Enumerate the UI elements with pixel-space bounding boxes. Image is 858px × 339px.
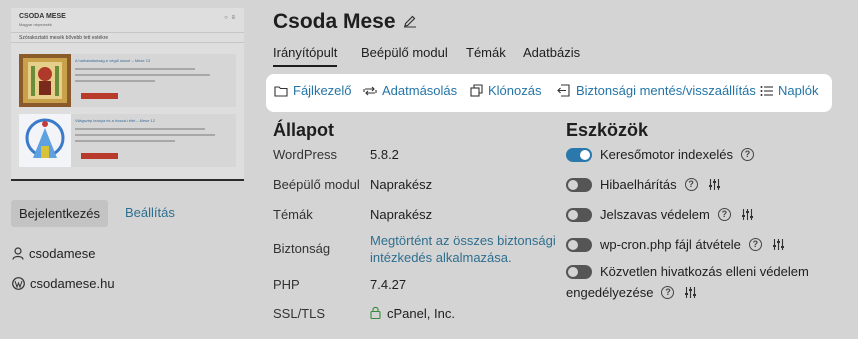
backup-icon (557, 84, 570, 97)
domain-row: csodamese.hu (12, 276, 115, 291)
tool-wp-cron: wp-cron.php fájl átvétele ? (566, 237, 785, 252)
logs-label: Naplók (778, 83, 819, 98)
logs-button[interactable]: Naplók (760, 83, 818, 98)
list-icon (760, 85, 773, 96)
help-icon[interactable]: ? (748, 238, 762, 251)
thumbnail-menu-icon: ○ ≡ (224, 15, 236, 21)
debugging-toggle[interactable] (566, 177, 592, 192)
status-value-wordpress: 5.8.2 (370, 147, 399, 162)
tool-debugging: Hibaelhárítás ? (566, 177, 721, 192)
post-excerpt-line (75, 128, 205, 130)
status-key-php: PHP (273, 277, 300, 292)
sync-icon (363, 86, 377, 95)
thumbnail-post-card: Világszép leánya és a hosszú élet – Mese… (19, 114, 236, 167)
post-excerpt-line (75, 80, 155, 82)
status-key-ssl: SSL/TLS (273, 306, 326, 321)
username-text: csodamese (29, 246, 96, 261)
help-icon[interactable]: ? (684, 178, 698, 191)
password-protection-label: Jelszavas védelem (600, 207, 710, 222)
help-icon[interactable]: ? (661, 286, 675, 299)
search-indexing-label: Keresőmotor indexelés (600, 147, 733, 162)
status-key-wordpress: WordPress (273, 147, 338, 162)
domain-text: csodamese.hu (30, 276, 115, 291)
data-copy-button[interactable]: Adatmásolás (363, 83, 457, 98)
tab-themes[interactable]: Témák (466, 45, 506, 65)
lock-icon (370, 306, 381, 319)
wp-cron-toggle[interactable] (566, 237, 592, 252)
status-value-themes: Naprakész (370, 207, 433, 222)
post-excerpt-line (75, 140, 175, 142)
cloning-button[interactable]: Klónozás (470, 83, 541, 98)
tab-dashboard[interactable]: Irányítópult (273, 45, 338, 67)
debugging-label: Hibaelhárítás (600, 177, 677, 192)
sliders-icon[interactable] (684, 286, 697, 299)
status-key-plugins: Beépülő modul (273, 177, 360, 192)
status-key-themes: Témák (273, 207, 313, 222)
pencil-icon[interactable] (403, 14, 417, 28)
clone-icon (470, 84, 483, 97)
post-title: A halhatatlanság-e végül ússzé – Mese 13 (75, 58, 151, 63)
post-title: Világszép leánya és a hosszú élet – Mese… (75, 118, 155, 123)
thumbnail-site-subtitle: Magyar népmesék (19, 22, 52, 27)
user-row: csodamese (12, 246, 95, 261)
thumbnail-banner-text: Szórakoztató mesék bővebb tett estékre (19, 35, 109, 41)
post-excerpt-line (75, 134, 215, 136)
site-preview-thumbnail[interactable]: CSODA MESE Magyar népmesék ○ ≡ Szórakozt… (11, 8, 244, 181)
tab-bar: Irányítópult Beépülő modul Témák Adatbáz… (273, 45, 858, 69)
cloning-label: Klónozás (488, 83, 542, 98)
status-value-php: 7.4.27 (370, 277, 407, 292)
sliders-icon[interactable] (772, 238, 785, 251)
quick-actions-toolbar: Fájlkezelő Adatmásolás Klónozás Biztonsá… (266, 74, 832, 112)
settings-link[interactable]: Beállítás (125, 205, 175, 220)
post-excerpt-line (75, 68, 195, 70)
password-protection-toggle[interactable] (566, 207, 592, 222)
hotlink-protection-toggle[interactable] (566, 264, 592, 279)
login-button[interactable]: Bejelentkezés (11, 200, 108, 227)
hotlink-protection-label-line2: engedélyezése (566, 285, 654, 300)
tools-heading: Eszközök (566, 120, 649, 140)
file-manager-label: Fájlkezelő (293, 83, 352, 98)
search-indexing-toggle[interactable] (566, 147, 592, 162)
thumbnail-site-title: CSODA MESE (19, 13, 66, 20)
tool-hotlink-protection: Közvetlen hivatkozás elleni védelem (566, 264, 809, 279)
help-icon[interactable]: ? (740, 148, 754, 161)
sliders-icon[interactable] (741, 208, 754, 221)
tool-password-protection: Jelszavas védelem ? (566, 207, 754, 222)
wordpress-icon (12, 277, 25, 290)
backup-restore-button[interactable]: Biztonsági mentés/visszaállítás (557, 83, 756, 98)
post-read-more-button (81, 153, 118, 159)
page-title: Csoda Mese (273, 10, 396, 33)
post-read-more-button (81, 93, 118, 99)
thumbnail-post-card: A halhatatlanság-e végül ússzé – Mese 13 (19, 54, 236, 107)
folder-icon (274, 85, 288, 97)
status-value-security-link[interactable]: Megtörtént az összes biztonsági (370, 232, 556, 250)
tab-plugins[interactable]: Beépülő modul (361, 45, 448, 65)
thumbnail-banner: Szórakoztató mesék bővebb tett estékre (11, 32, 244, 43)
post-excerpt-line (75, 74, 210, 76)
hotlink-protection-label: Közvetlen hivatkozás elleni védelem (600, 264, 809, 279)
tool-hotlink-protection-line2: engedélyezése ? (566, 285, 697, 300)
status-key-security: Biztonság (273, 241, 331, 256)
help-icon[interactable]: ? (717, 208, 731, 221)
wp-cron-label: wp-cron.php fájl átvétele (600, 237, 741, 252)
post-image (19, 54, 71, 107)
file-manager-button[interactable]: Fájlkezelő (274, 83, 352, 98)
data-copy-label: Adatmásolás (382, 83, 458, 98)
backup-restore-label: Biztonsági mentés/visszaállítás (576, 83, 756, 98)
sliders-icon[interactable] (708, 178, 721, 191)
post-image (19, 114, 71, 167)
tab-database[interactable]: Adatbázis (523, 45, 580, 65)
tool-search-indexing: Keresőmotor indexelés ? (566, 147, 754, 162)
user-icon (12, 247, 24, 260)
status-value-plugins: Naprakész (370, 177, 433, 192)
status-value-security-link-line2[interactable]: intézkedés alkalmazása. (370, 249, 512, 267)
status-heading: Állapot (273, 120, 334, 140)
status-value-ssl: cPanel, Inc. (387, 306, 455, 321)
